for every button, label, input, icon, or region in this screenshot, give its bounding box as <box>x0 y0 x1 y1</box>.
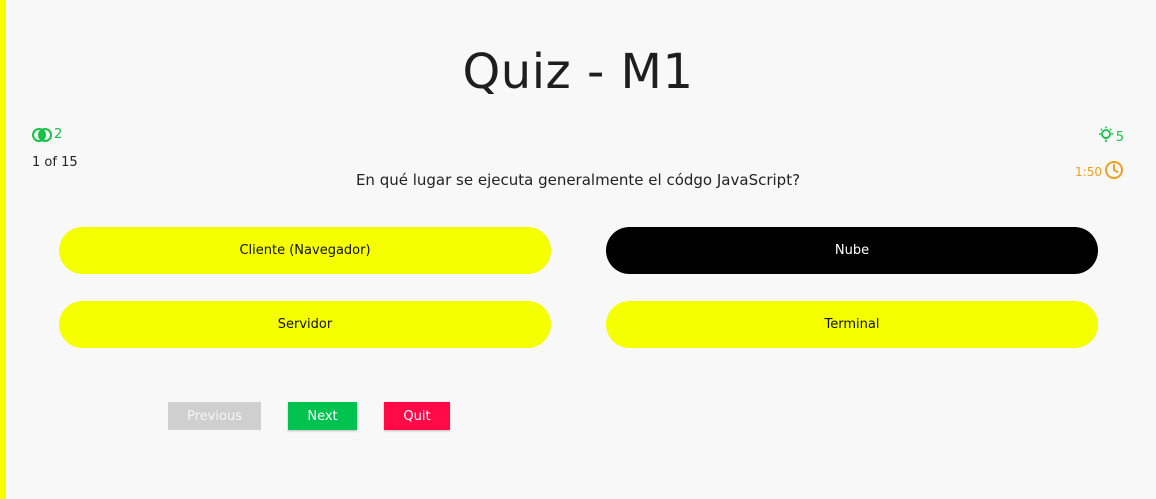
answer-option-a[interactable]: Cliente (Navegador) <box>59 227 551 274</box>
answer-option-b[interactable]: Nube <box>606 227 1098 274</box>
previous-button[interactable]: Previous <box>168 402 261 430</box>
quit-button[interactable]: Quit <box>384 402 450 430</box>
lifeline-count: 2 <box>54 127 63 142</box>
quiz-title: Quiz - M1 <box>462 44 694 100</box>
answer-option-c[interactable]: Servidor <box>59 301 551 348</box>
hints-lifeline[interactable]: 5 <box>1096 126 1124 148</box>
hints-count: 5 <box>1115 129 1124 145</box>
next-button[interactable]: Next <box>288 402 357 430</box>
question-counter: 1 of 15 <box>32 155 78 170</box>
question-text: En qué lugar se ejecuta generalmente el … <box>355 171 801 189</box>
answer-option-d[interactable]: Terminal <box>606 301 1098 348</box>
lightbulb-icon <box>1096 126 1116 148</box>
fifty-fifty-lifeline[interactable]: 2 <box>32 127 62 142</box>
fifty-fifty-icon <box>32 127 52 142</box>
